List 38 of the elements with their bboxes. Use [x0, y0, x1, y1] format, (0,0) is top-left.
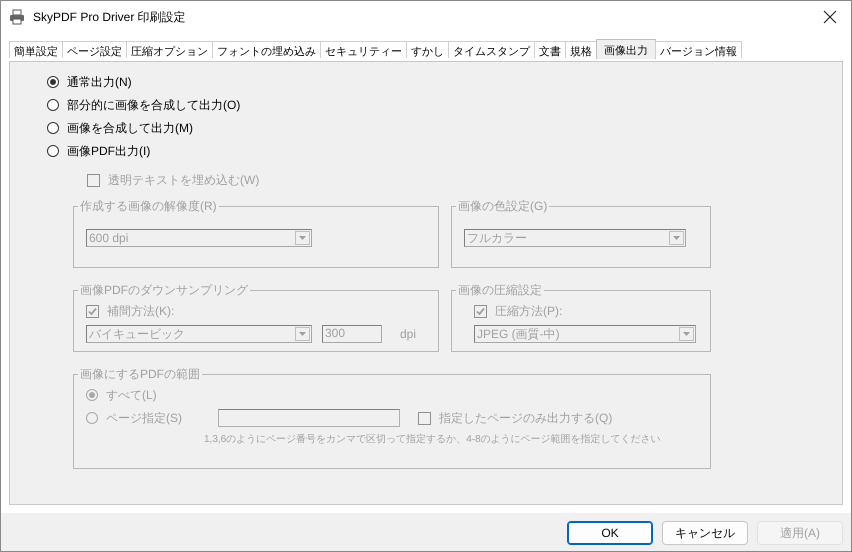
checkbox[interactable]	[474, 304, 487, 318]
tab[interactable]: 規格	[565, 41, 597, 58]
tab[interactable]: フォントの埋め込み	[212, 41, 321, 58]
radio-label[interactable]: 通常出力(N)	[67, 74, 132, 90]
radio-button[interactable]	[86, 389, 98, 401]
window-title: SkyPDF Pro Driver 印刷設定	[33, 8, 187, 26]
radio-label[interactable]: 画像を合成して出力(M)	[67, 120, 193, 136]
tab[interactable]: 文書	[534, 41, 566, 58]
close-icon[interactable]	[823, 10, 837, 24]
hint-text: 1,3,6のようにページ番号をカンマで区切って指定するか、4-8のようにページ範囲を指定してください	[204, 433, 661, 447]
group-title: 画像PDFのダウンサンプリング	[79, 282, 250, 299]
tab[interactable]: バージョン情報	[655, 41, 742, 58]
dialog-button[interactable]: OK	[567, 521, 653, 545]
tab[interactable]: セキュリティー	[320, 41, 407, 58]
radio-button[interactable]	[86, 412, 98, 424]
tab[interactable]: タイムスタンプ	[448, 41, 535, 58]
page-range-field[interactable]	[218, 409, 400, 427]
group-title: 作成する画像の解像度(R)	[79, 198, 218, 215]
radio-button[interactable]	[47, 145, 59, 157]
tab[interactable]: 画像出力	[596, 39, 656, 59]
unit-label: dpi	[400, 327, 416, 341]
group-title: 画像の色設定(G)	[457, 198, 548, 215]
tab[interactable]: 圧縮オプション	[126, 41, 213, 58]
radio-button[interactable]	[47, 99, 59, 111]
radio-button[interactable]	[47, 122, 59, 134]
printer-icon	[9, 9, 25, 25]
tab[interactable]: 簡単設定	[9, 41, 63, 58]
tab[interactable]: ページ設定	[62, 41, 127, 58]
tab[interactable]: すかし	[406, 41, 449, 58]
group-title: 画像にするPDFの範囲	[79, 366, 201, 383]
radio-label[interactable]: 画像PDF出力(I)	[67, 142, 150, 160]
radio-label[interactable]: 部分的に画像を合成して出力(O)	[67, 96, 240, 114]
radio-button[interactable]	[47, 76, 59, 88]
group-title: 画像の圧縮設定	[457, 282, 543, 299]
dialog-button[interactable]: キャンセル	[662, 521, 748, 545]
checkbox[interactable]	[87, 174, 100, 186]
checkbox[interactable]	[86, 304, 99, 318]
checkbox[interactable]	[418, 412, 431, 424]
